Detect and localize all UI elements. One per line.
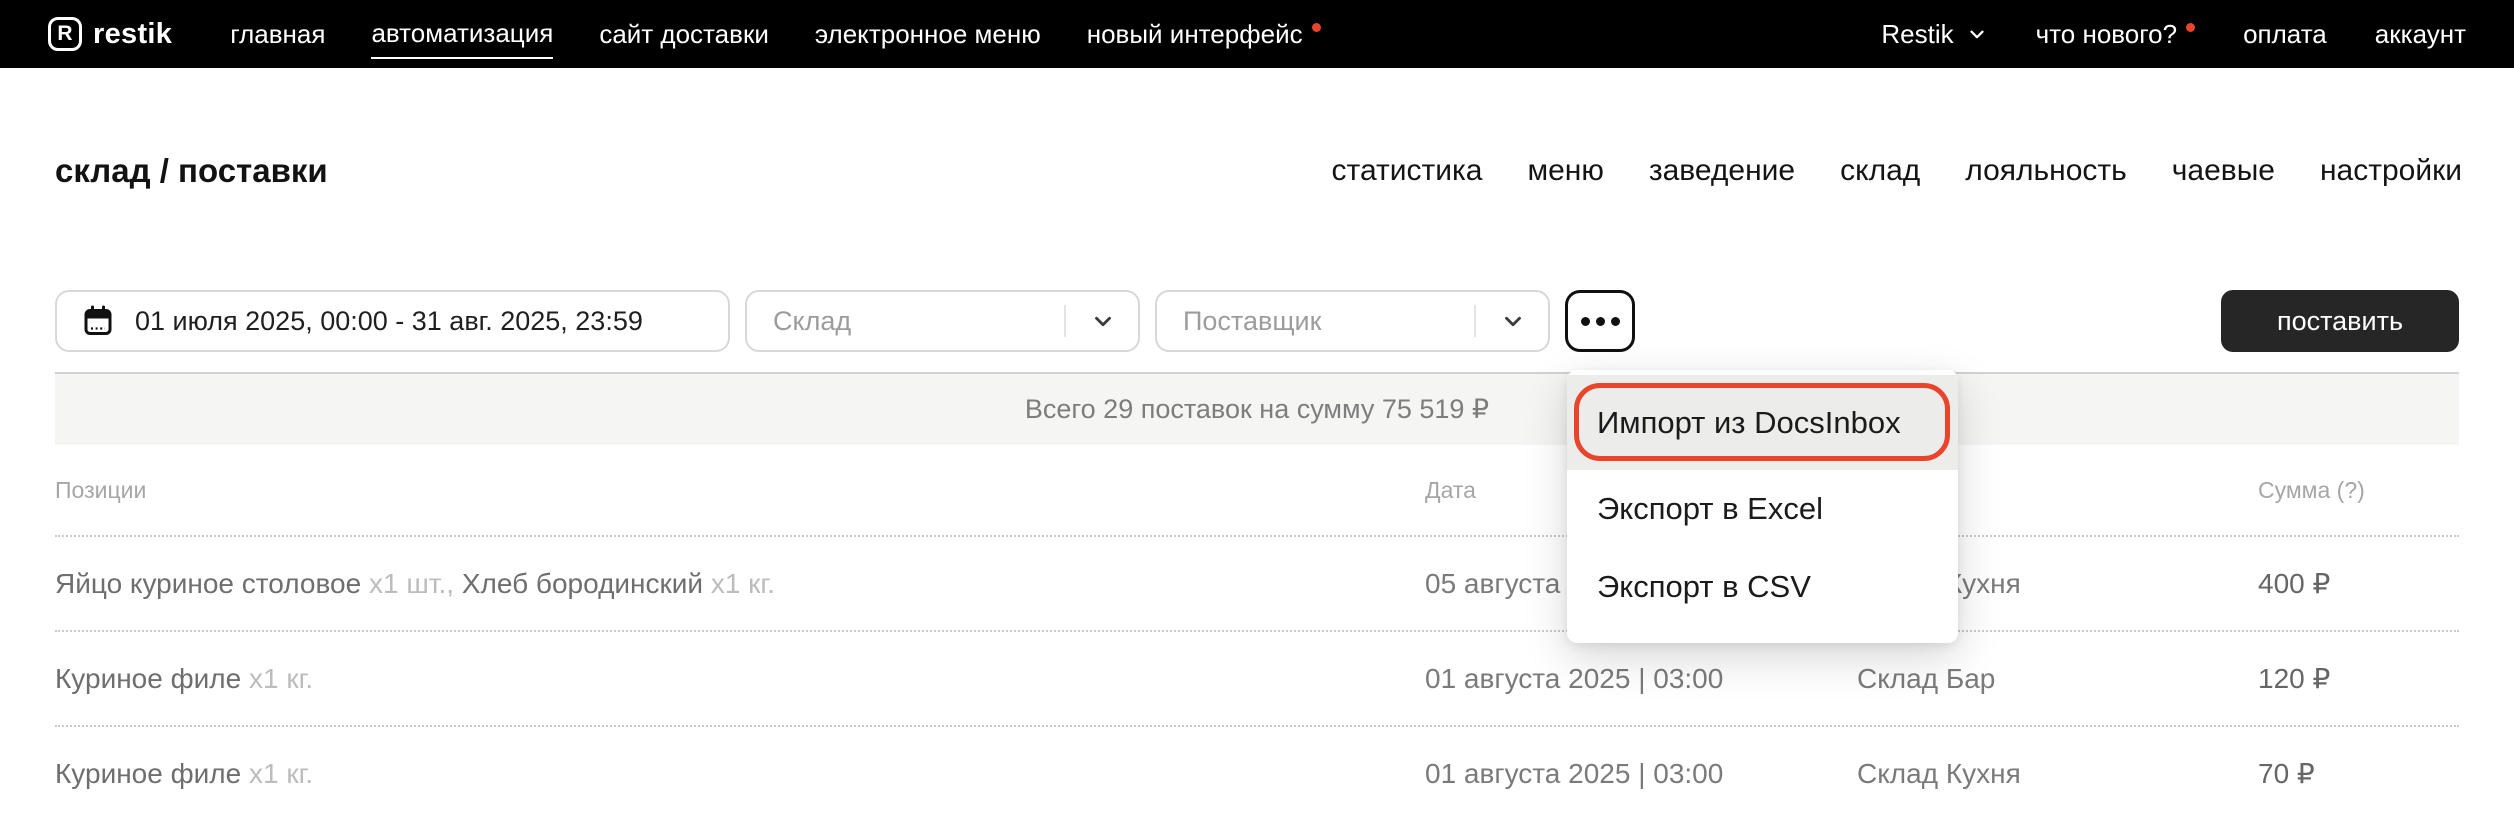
column-header-positions: Позиции	[55, 477, 1425, 504]
supplies-summary-text: Всего 29 поставок на сумму 75 519 ₽	[1025, 394, 1489, 425]
menu-item-label: Экспорт в CSV	[1597, 569, 1811, 605]
cell-positions: Куриное филе x1 кг.	[55, 758, 1425, 790]
cell-sum: 400 ₽	[2258, 567, 2459, 600]
new-badge-dot	[2186, 23, 2195, 32]
topnav-item-home[interactable]: главная	[230, 11, 325, 58]
topnav-item-new-interface[interactable]: новый интерфейс	[1087, 11, 1321, 58]
subnav-item-loyalty[interactable]: лояльность	[1965, 154, 2127, 188]
restik-logo-text: restik	[93, 18, 172, 51]
subnav-item-menu[interactable]: меню	[1527, 154, 1603, 188]
table-header-row: Позиции Дата Сумма (?)	[55, 445, 2459, 535]
cell-sum: 120 ₽	[2258, 662, 2459, 695]
filters-row: 01 июля 2025, 00:00 - 31 авг. 2025, 23:5…	[55, 290, 2459, 352]
subnav-item-venue[interactable]: заведение	[1649, 154, 1795, 188]
chevron-down-icon	[1500, 308, 1526, 334]
restik-logo[interactable]: R restik	[48, 17, 172, 51]
top-navigation-bar: R restik главная автоматизация сайт дост…	[0, 0, 2514, 68]
cell-warehouse: Склад Бар	[1857, 663, 2258, 695]
cell-sum: 70 ₽	[2258, 757, 2459, 790]
subnav-item-warehouse[interactable]: склад	[1840, 154, 1920, 188]
table-row[interactable]: Куриное филе x1 кг. 01 августа 2025 | 03…	[55, 630, 2459, 725]
menu-item-export-csv[interactable]: Экспорт в CSV	[1567, 548, 1958, 626]
date-range-picker[interactable]: 01 июля 2025, 00:00 - 31 авг. 2025, 23:5…	[55, 290, 730, 352]
cell-date: 01 августа 2025 | 03:00	[1425, 663, 1857, 695]
calendar-icon	[83, 305, 113, 337]
new-badge-dot	[1312, 23, 1321, 32]
cell-positions: Яйцо куриное столовое x1 шт., Хлеб бород…	[55, 568, 1425, 600]
position-name: Яйцо куриное столовое	[55, 568, 369, 599]
chevron-down-icon	[1966, 23, 1988, 45]
topnav-item-payment[interactable]: оплата	[2243, 11, 2327, 58]
create-supply-button[interactable]: поставить	[2221, 290, 2459, 352]
page-title: склад / поставки	[55, 152, 328, 190]
position-name: Куриное филе	[55, 663, 249, 694]
date-range-value: 01 июля 2025, 00:00 - 31 авг. 2025, 23:5…	[135, 306, 643, 337]
menu-item-label: Импорт из DocsInbox	[1597, 405, 1901, 441]
column-header-sum: Сумма (?)	[2258, 477, 2459, 504]
workspace-switcher[interactable]: Restik	[1881, 19, 1987, 50]
warehouse-select-placeholder: Склад	[773, 306, 851, 337]
ellipsis-icon	[1581, 317, 1590, 326]
position-quantity: x1 шт.,	[369, 568, 462, 599]
position-quantity: x1 кг.	[249, 663, 313, 694]
position-quantity: x1 кг.	[249, 758, 313, 789]
chevron-down-icon	[1090, 308, 1116, 334]
topnav-item-account[interactable]: аккаунт	[2375, 11, 2466, 58]
ellipsis-icon	[1596, 317, 1605, 326]
topnav-item-automation[interactable]: автоматизация	[371, 10, 553, 59]
ellipsis-icon	[1611, 317, 1620, 326]
topnav-item-emenu[interactable]: электронное меню	[815, 11, 1041, 58]
select-divider	[1064, 305, 1066, 337]
topnav-item-whats-new-label: что нового?	[2036, 19, 2177, 49]
table-row[interactable]: Яйцо куриное столовое x1 шт., Хлеб бород…	[55, 535, 2459, 630]
section-navigation: статистика меню заведение склад лояльнос…	[1332, 154, 2462, 188]
select-divider	[1474, 305, 1476, 337]
supplies-table: Позиции Дата Сумма (?) Яйцо куриное стол…	[55, 445, 2459, 820]
cell-positions: Куриное филе x1 кг.	[55, 663, 1425, 695]
topnav-item-whats-new[interactable]: что нового?	[2036, 11, 2195, 58]
supplier-select-placeholder: Поставщик	[1183, 306, 1321, 337]
cell-warehouse: Склад Кухня	[1857, 758, 2258, 790]
more-actions-button[interactable]	[1565, 290, 1635, 352]
cell-date: 01 августа 2025 | 03:00	[1425, 758, 1857, 790]
workspace-name: Restik	[1881, 19, 1953, 50]
position-name: Куриное филе	[55, 758, 249, 789]
topnav-item-delivery-site[interactable]: сайт доставки	[599, 11, 769, 58]
supplier-select[interactable]: Поставщик	[1155, 290, 1550, 352]
topnav-right-links: Restik что нового? оплата аккаунт	[1881, 11, 2466, 58]
table-row[interactable]: Куриное филе x1 кг. 01 августа 2025 | 03…	[55, 725, 2459, 820]
position-quantity: x1 кг.	[711, 568, 775, 599]
more-actions-menu: Импорт из DocsInbox Экспорт в Excel Эксп…	[1567, 370, 1958, 643]
warehouse-select[interactable]: Склад	[745, 290, 1140, 352]
menu-item-import-docsinbox[interactable]: Импорт из DocsInbox	[1567, 375, 1958, 470]
topnav-item-new-interface-label: новый интерфейс	[1087, 19, 1303, 49]
topnav-main-links: главная автоматизация сайт доставки элек…	[230, 10, 1320, 59]
page-header: склад / поставки статистика меню заведен…	[55, 152, 2462, 190]
supplies-summary-bar: Всего 29 поставок на сумму 75 519 ₽	[55, 372, 2459, 445]
subnav-item-settings[interactable]: настройки	[2320, 154, 2462, 188]
menu-item-label: Экспорт в Excel	[1597, 491, 1823, 527]
subnav-item-tips[interactable]: чаевые	[2172, 154, 2275, 188]
subnav-item-statistics[interactable]: статистика	[1332, 154, 1483, 188]
position-name: Хлеб бородинский	[462, 568, 711, 599]
restik-logo-icon: R	[48, 17, 82, 51]
menu-item-export-excel[interactable]: Экспорт в Excel	[1567, 470, 1958, 548]
